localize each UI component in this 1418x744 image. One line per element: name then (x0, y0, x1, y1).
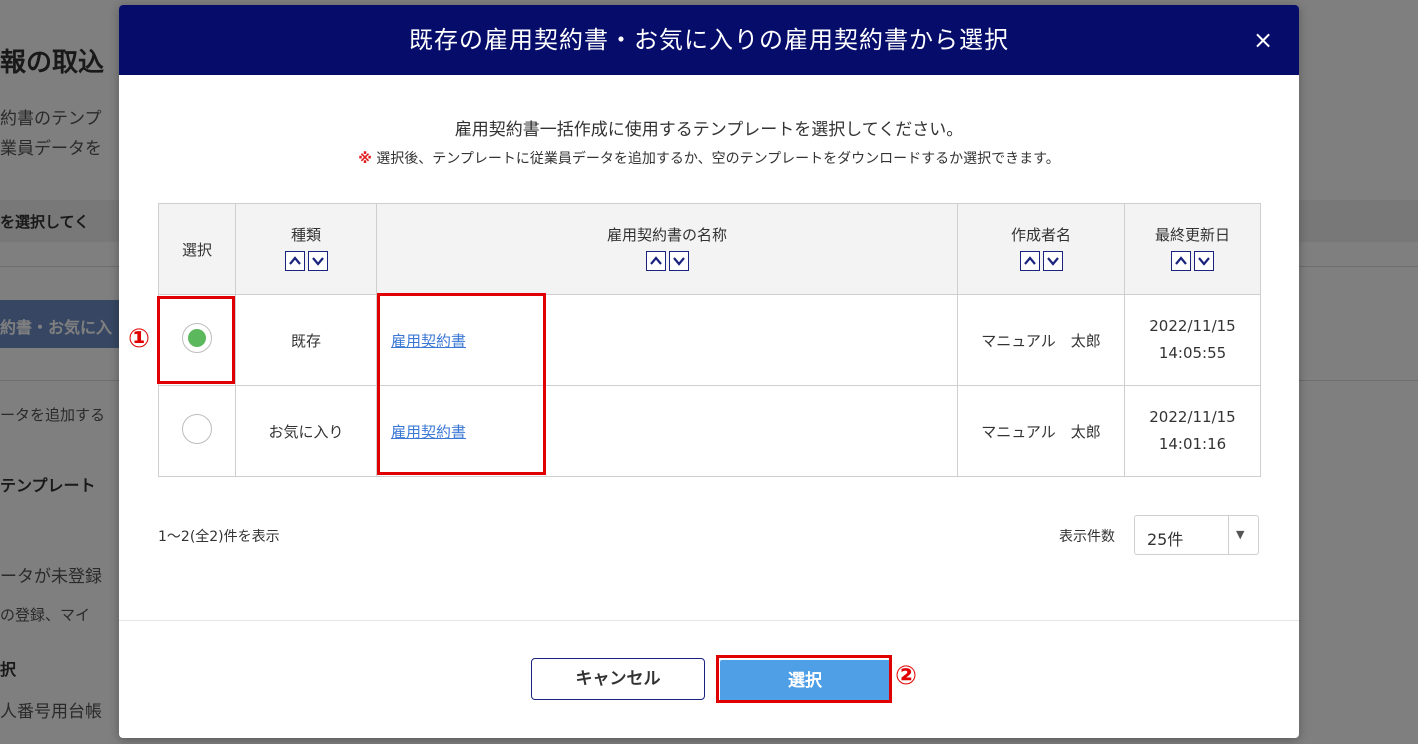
sort-desc-icon[interactable] (307, 250, 328, 271)
sort-desc-icon[interactable] (1042, 250, 1063, 271)
step-marker-1: ① (128, 324, 151, 354)
col-header-name-label: 雇用契約書の名称 (606, 225, 727, 244)
sort-asc-icon[interactable] (1171, 250, 1191, 271)
highlight-frame-select-button (716, 655, 892, 703)
row-kind: 既存 (235, 294, 377, 386)
row-updated: 2022/11/15 14:01:16 (1124, 385, 1261, 477)
per-page-value: 25件 (1147, 530, 1184, 549)
note-text: 選択後、テンプレートに従業員データを追加するか、空のテンプレートをダウンロードす… (376, 151, 1060, 167)
highlight-frame-radio (157, 296, 235, 384)
caret-down-icon: ▼ (1236, 528, 1245, 541)
col-header-author: 作成者名 (957, 203, 1125, 295)
col-header-updated-label: 最終更新日 (1154, 225, 1230, 244)
per-page-select[interactable]: 25件 ▼ (1134, 515, 1259, 555)
note-mark: ※ (358, 151, 372, 167)
template-select-dialog: 既存の雇用契約書・お気に入りの雇用契約書から選択 × 雇用契約書一括作成に使用す… (119, 5, 1299, 738)
dialog-instruction: 雇用契約書一括作成に使用するテンプレートを選択してください。 (454, 120, 964, 140)
sort-desc-icon[interactable] (668, 250, 689, 271)
sort-asc-icon[interactable] (645, 250, 666, 271)
per-page-label: 表示件数 (1059, 529, 1115, 545)
row-select-cell (158, 385, 236, 477)
row-author: マニュアル 太郎 (957, 294, 1125, 386)
row-time: 14:01:16 (1158, 435, 1227, 453)
dialog-header: 既存の雇用契約書・お気に入りの雇用契約書から選択 × (119, 5, 1299, 75)
select-divider (1228, 516, 1229, 554)
row-radio-unselected[interactable] (182, 414, 212, 444)
row-date: 2022/11/15 (1149, 408, 1236, 426)
sort-desc-icon[interactable] (1194, 250, 1214, 271)
col-header-select-label: 選択 (181, 240, 212, 259)
row-author: マニュアル 太郎 (957, 385, 1125, 477)
col-header-kind: 種類 (235, 203, 377, 295)
sort-asc-icon[interactable] (284, 250, 305, 271)
step-marker-2: ② (895, 661, 918, 691)
dialog-title: 既存の雇用契約書・お気に入りの雇用契約書から選択 (409, 26, 1009, 54)
close-icon[interactable]: × (1247, 24, 1279, 56)
row-time: 14:05:55 (1158, 344, 1227, 362)
row-kind: お気に入り (235, 385, 377, 477)
col-header-updated: 最終更新日 (1124, 203, 1261, 295)
highlight-frame-names (377, 293, 546, 475)
table-row: お気に入り 雇用契約書 マニュアル 太郎 2022/11/15 14:01:16 (158, 385, 1261, 477)
row-date: 2022/11/15 (1149, 317, 1236, 335)
result-count: 1～2(全2)件を表示 (158, 529, 280, 545)
col-header-name: 雇用契約書の名称 (376, 203, 958, 295)
template-table: 選択 種類 雇用契約書の名称 作成者名 最終更新日 既存 雇用契約書 マニュアル… (158, 203, 1261, 477)
cancel-button[interactable]: キャンセル (531, 658, 705, 700)
col-header-select: 選択 (158, 203, 236, 295)
dialog-note: ※ 選択後、テンプレートに従業員データを追加するか、空のテンプレートをダウンロー… (119, 148, 1299, 168)
col-header-kind-label: 種類 (290, 225, 321, 244)
col-header-author-label: 作成者名 (1010, 225, 1071, 244)
row-updated: 2022/11/15 14:05:55 (1124, 294, 1261, 386)
table-row: 既存 雇用契約書 マニュアル 太郎 2022/11/15 14:05:55 (158, 294, 1261, 386)
footer-divider (119, 620, 1299, 621)
sort-asc-icon[interactable] (1019, 250, 1040, 271)
